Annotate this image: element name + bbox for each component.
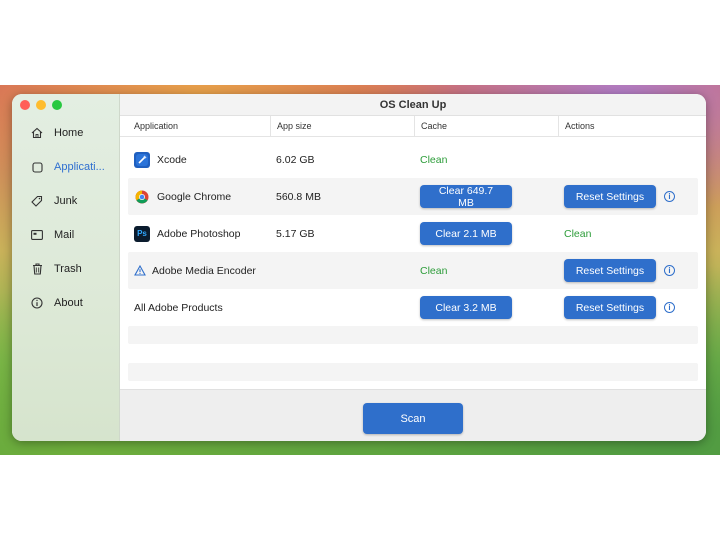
app-name: All Adobe Products: [134, 301, 223, 314]
square-icon: [30, 160, 44, 174]
clear-cache-button[interactable]: Clear 2.1 MB: [420, 222, 512, 245]
reset-settings-button[interactable]: Reset Settings: [564, 185, 656, 208]
sidebar-item-applications[interactable]: Applicati...: [12, 150, 120, 184]
xcode-icon: [134, 151, 150, 168]
sidebar-item-trash[interactable]: Trash: [12, 252, 120, 286]
app-size: 6.02 GB: [276, 153, 315, 166]
scan-button[interactable]: Scan: [363, 403, 463, 434]
photoshop-icon: Ps: [134, 225, 150, 242]
sidebar-item-label: About: [54, 297, 83, 309]
sidebar-item-label: Junk: [54, 195, 78, 207]
table-row: Ps Adobe Photoshop 5.17 GB Clear 2.1 MB …: [128, 215, 698, 252]
column-header-actions[interactable]: Actions: [558, 116, 595, 137]
column-header-cache[interactable]: Cache: [414, 116, 447, 137]
table-row: Adobe Media Encoder Clean Reset Settings…: [128, 252, 698, 289]
app-name: Xcode: [157, 153, 187, 166]
window-controls: [20, 100, 62, 110]
table-row: Google Chrome 560.8 MB Clear 649.7 MB Re…: [128, 178, 698, 215]
main-content: OS Clean Up Application App size Cache A…: [120, 94, 706, 441]
app-size: 5.17 GB: [276, 227, 315, 240]
empty-row: [128, 326, 698, 344]
trash-icon: [30, 262, 44, 276]
footer-bar: Scan: [120, 389, 706, 441]
column-header-application[interactable]: Application: [128, 116, 178, 137]
info-icon[interactable]: i: [664, 191, 675, 202]
warning-icon: [134, 263, 146, 279]
window-title: OS Clean Up: [120, 94, 706, 116]
app-name: Adobe Media Encoder: [152, 264, 256, 277]
column-header-app-size[interactable]: App size: [270, 116, 312, 137]
action-status: Clean: [564, 227, 592, 240]
app-window: Home Applicati... Junk Mail Trash About …: [12, 94, 706, 441]
table-row: All Adobe Products Clear 3.2 MB Reset Se…: [128, 289, 698, 326]
cache-status: Clean: [420, 264, 448, 277]
clear-cache-button[interactable]: Clear 3.2 MB: [420, 296, 512, 319]
sidebar-item-home[interactable]: Home: [12, 116, 120, 150]
sidebar-item-about[interactable]: About: [12, 286, 120, 320]
reset-settings-button[interactable]: Reset Settings: [564, 296, 656, 319]
info-circle-icon: [30, 296, 44, 310]
table-header: Application App size Cache Actions: [120, 116, 706, 137]
chrome-icon: [134, 189, 150, 205]
close-window-button[interactable]: [20, 100, 30, 110]
cache-status: Clean: [420, 153, 448, 166]
mail-icon: [30, 228, 44, 242]
app-size: 560.8 MB: [276, 190, 321, 203]
sidebar-item-junk[interactable]: Junk: [12, 184, 120, 218]
info-icon[interactable]: i: [664, 302, 675, 313]
zoom-window-button[interactable]: [52, 100, 62, 110]
table-row: Xcode 6.02 GB Clean: [128, 141, 698, 178]
app-name: Adobe Photoshop: [157, 227, 241, 240]
tag-icon: [30, 194, 44, 208]
info-icon[interactable]: i: [664, 265, 675, 276]
sidebar-item-label: Applicati...: [54, 161, 105, 173]
minimize-window-button[interactable]: [36, 100, 46, 110]
sidebar-item-label: Mail: [54, 229, 75, 241]
clear-cache-button[interactable]: Clear 649.7 MB: [420, 185, 512, 209]
sidebar-nav: Home Applicati... Junk Mail Trash About: [12, 116, 120, 320]
house-icon: [30, 126, 44, 140]
empty-row: [128, 363, 698, 381]
reset-settings-button[interactable]: Reset Settings: [564, 259, 656, 282]
sidebar: Home Applicati... Junk Mail Trash About: [12, 94, 120, 441]
sidebar-item-mail[interactable]: Mail: [12, 218, 120, 252]
app-name: Google Chrome: [157, 190, 232, 203]
sidebar-item-label: Home: [54, 127, 84, 139]
sidebar-item-label: Trash: [54, 263, 82, 275]
